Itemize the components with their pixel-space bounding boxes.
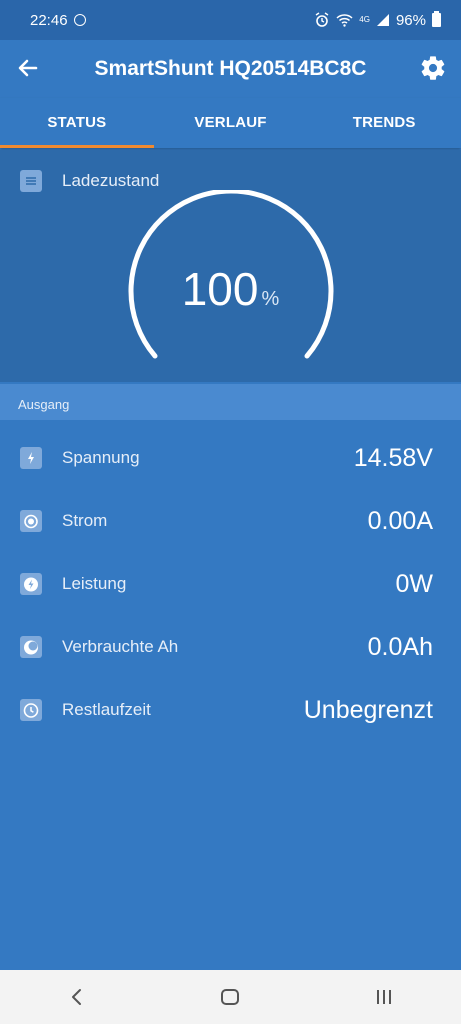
clock-icon: [20, 699, 42, 721]
sync-icon: [73, 14, 86, 26]
nav-back-icon[interactable]: [65, 985, 89, 1009]
row-value: 0W: [395, 569, 434, 598]
tab-status[interactable]: STATUS: [0, 98, 154, 148]
row-spannung: Spannung 14.58V: [0, 427, 461, 489]
alarm-icon: [315, 12, 329, 27]
nav-home-icon[interactable]: [218, 985, 242, 1009]
row-leistung: Leistung 0W: [0, 553, 461, 615]
row-strom: Strom 0.00A: [0, 490, 461, 552]
row-label: Restlaufzeit: [62, 700, 151, 719]
battery-icon: [432, 11, 441, 27]
soc-value: 100%: [0, 262, 461, 316]
row-value: Unbegrenzt: [303, 695, 433, 724]
tab-trends[interactable]: TRENDS: [307, 98, 461, 148]
soc-label-row: Ladezustand: [20, 170, 159, 192]
system-status-bar: 22:46 4G 96%: [0, 0, 461, 40]
tab-verlauf[interactable]: VERLAUF: [154, 98, 308, 148]
wifi-icon: [336, 14, 353, 27]
row-label: Strom: [62, 511, 108, 530]
list-icon: [20, 170, 42, 192]
bolt-icon: [20, 447, 42, 469]
row-value: 14.58V: [353, 443, 433, 472]
row-value: 0.0Ah: [367, 632, 433, 661]
tab-bar: STATUS VERLAUF TRENDS: [0, 98, 461, 148]
battery-percent: 96%: [395, 11, 426, 29]
circle-icon: [20, 510, 42, 532]
nav-recents-icon[interactable]: [372, 985, 396, 1009]
soc-label: Ladezustand: [62, 171, 160, 190]
status-icons: 4G 96%: [314, 11, 441, 29]
app-bar: SmartShunt HQ20514BC8C: [0, 40, 461, 98]
signal-icon: [376, 14, 389, 26]
row-label: Verbrauchte Ah: [62, 637, 179, 656]
row-restlaufzeit: Restlaufzeit Unbegrenzt: [0, 679, 461, 741]
moon-icon: [20, 636, 42, 658]
network-type: 4G: [359, 15, 370, 24]
row-verbrauchte-ah: Verbrauchte Ah 0.0Ah: [0, 616, 461, 678]
state-of-charge-card: Ladezustand 100%: [0, 150, 461, 382]
soc-unit: %: [261, 288, 280, 310]
gear-icon[interactable]: [419, 54, 447, 82]
clock-time: 22:46: [30, 11, 68, 29]
soc-number: 100: [181, 263, 259, 315]
row-label: Leistung: [62, 574, 127, 593]
section-header: Ausgang: [0, 384, 461, 420]
row-value: 0.00A: [367, 506, 433, 535]
lightning-icon: [20, 573, 42, 595]
row-label: Spannung: [62, 448, 140, 467]
page-title: SmartShunt HQ20514BC8C: [94, 57, 367, 80]
system-nav-bar: [0, 970, 461, 1024]
